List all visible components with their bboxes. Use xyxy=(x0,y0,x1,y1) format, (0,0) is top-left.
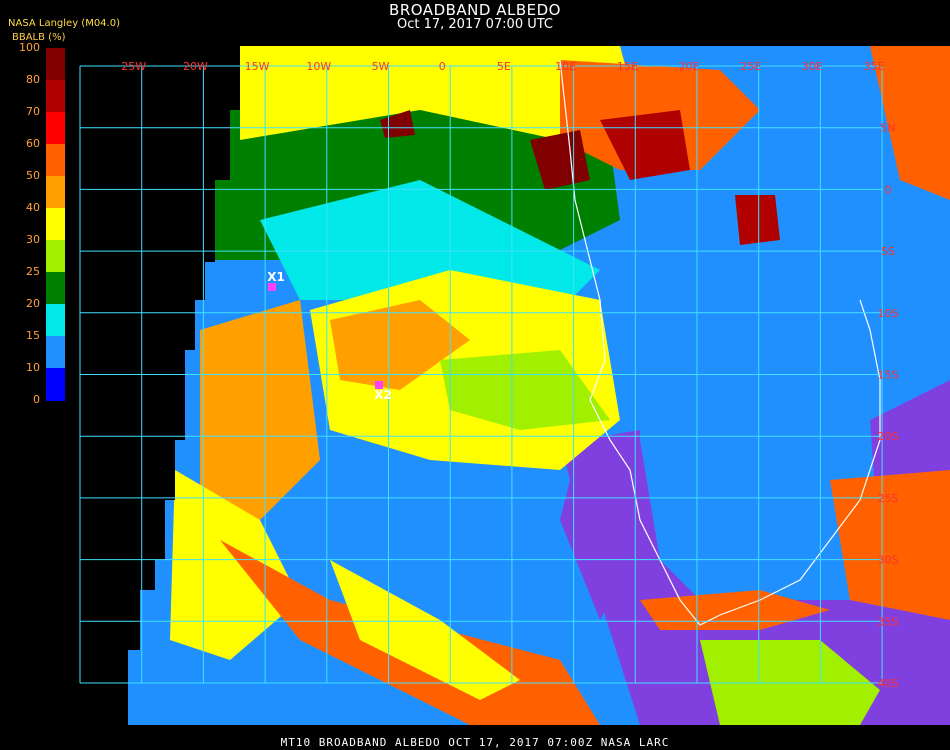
latitude-label: 5S xyxy=(881,245,895,258)
longitude-label: 35E xyxy=(864,60,885,73)
longitude-label: 20W xyxy=(183,60,208,73)
longitude-label: 0 xyxy=(439,60,446,73)
longitude-label: 30E xyxy=(802,60,823,73)
latitude-label: 30S xyxy=(878,554,899,567)
longitude-label: 10E xyxy=(555,60,576,73)
longitude-label: 5W xyxy=(372,60,390,73)
latitude-label: 5N xyxy=(880,122,895,135)
longitude-label: 5E xyxy=(497,60,511,73)
footer-caption: MT10 BROADBAND ALBEDO OCT 17, 2017 07:00… xyxy=(280,736,670,749)
latitude-label: 40S xyxy=(878,677,899,690)
longitude-label: 25E xyxy=(740,60,761,73)
site-marker xyxy=(268,283,276,291)
longitude-label: 15W xyxy=(245,60,270,73)
longitude-label: 20E xyxy=(679,60,700,73)
longitude-label: 15E xyxy=(617,60,638,73)
latitude-label: 25S xyxy=(878,492,899,505)
latitude-label: 0 xyxy=(885,183,892,196)
site-marker-label: X2 xyxy=(374,388,392,402)
longitude-label: 10W xyxy=(306,60,331,73)
convection-core xyxy=(735,195,780,245)
latitude-label: 15S xyxy=(878,369,899,382)
latitude-label: 10S xyxy=(878,307,899,320)
longitude-label: 25W xyxy=(121,60,146,73)
latitude-label: 35S xyxy=(878,615,899,628)
site-marker-label: X1 xyxy=(267,270,285,284)
albedo-field xyxy=(128,46,950,725)
latitude-label: 20S xyxy=(878,430,899,443)
albedo-map: 25W 20W 15W 10W 5W 0 5E 10E 15E 20E 25E 30E 35E 5N 0 5S… xyxy=(79,46,950,725)
